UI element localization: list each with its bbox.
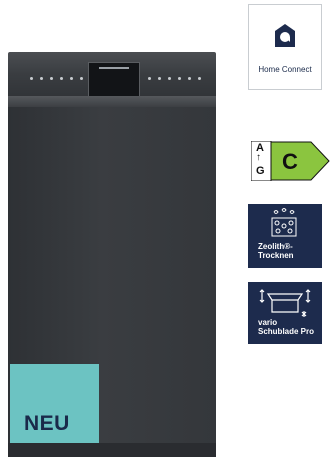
vario-drawer-badge[interactable]: vario Schublade Pro — [248, 282, 322, 344]
energy-class: C — [282, 149, 298, 174]
control-panel — [8, 52, 216, 107]
home-connect-icon — [275, 24, 295, 47]
vario-drawer-label: vario Schublade Pro — [258, 318, 315, 336]
indicator-dots-right — [148, 77, 201, 80]
energy-scale-arrow: ↑ — [256, 152, 261, 163]
indicator-dots-left — [30, 77, 83, 80]
control-display — [88, 62, 140, 98]
zeolith-icon — [271, 208, 297, 237]
home-connect-badge[interactable]: Home Connect — [248, 4, 322, 90]
home-connect-label: Home Connect — [258, 65, 312, 74]
new-badge-label: NEU — [24, 412, 70, 435]
zeolith-badge[interactable]: Zeolith®- Trocknen — [248, 204, 322, 268]
vario-drawer-icon — [259, 289, 311, 317]
energy-scale-bottom: G — [256, 165, 265, 177]
energy-label-badge[interactable]: A ↑ G C — [250, 140, 331, 182]
new-badge: NEU — [10, 364, 99, 443]
zeolith-label: Zeolith®- Trocknen — [258, 242, 294, 260]
